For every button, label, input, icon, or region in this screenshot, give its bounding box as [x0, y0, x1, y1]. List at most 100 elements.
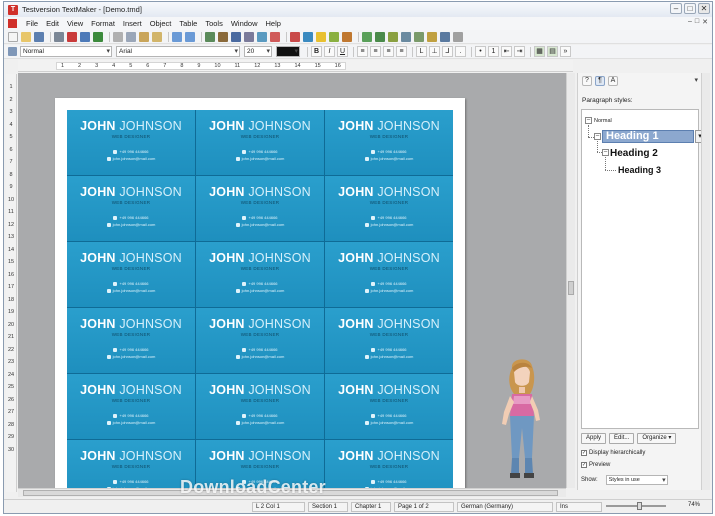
copy-icon[interactable]: [126, 31, 136, 42]
apply-button[interactable]: Apply: [581, 433, 607, 444]
business-card[interactable]: JOHN JOHNSONWEB DESIGNER+49 996 444666jo…: [325, 242, 453, 307]
edit-button[interactable]: Edit...: [609, 433, 635, 444]
document-icon[interactable]: [8, 19, 17, 28]
maximize-button[interactable]: □: [684, 3, 696, 14]
insert-textframe-icon[interactable]: [244, 31, 254, 42]
spellcheck-icon[interactable]: [93, 31, 103, 42]
business-card[interactable]: JOHN JOHNSONWEB DESIGNER+49 996 444666jo…: [67, 308, 195, 373]
columns-icon[interactable]: [303, 31, 313, 42]
zoom-slider[interactable]: [606, 505, 666, 507]
comments-icon[interactable]: [440, 31, 450, 42]
new-icon[interactable]: [8, 31, 18, 42]
insert-table-icon[interactable]: [205, 31, 215, 42]
paragraph-styles-tab-icon[interactable]: ¶: [595, 76, 605, 86]
objects-icon[interactable]: [329, 31, 339, 42]
menu-table[interactable]: Table: [175, 19, 201, 28]
align-right-icon[interactable]: ≡: [383, 46, 394, 57]
paragraph-style-select[interactable]: Normal: [20, 46, 112, 57]
status-insert-mode[interactable]: Ins: [556, 501, 602, 512]
sidebar-icon[interactable]: [388, 31, 398, 42]
zoom-level[interactable]: 74%: [688, 502, 700, 508]
tab-left-icon[interactable]: L: [416, 46, 427, 57]
help-icon[interactable]: [453, 31, 463, 42]
doc-minimize-icon[interactable]: –: [688, 18, 692, 26]
highlight-icon[interactable]: [316, 31, 326, 42]
business-card[interactable]: JOHN JOHNSONWEB DESIGNER+49 996 444666jo…: [196, 308, 324, 373]
business-card[interactable]: JOHN JOHNSONWEB DESIGNER+49 996 444666jo…: [67, 440, 195, 488]
underline-button[interactable]: U: [337, 46, 348, 57]
text-color-icon[interactable]: [290, 31, 300, 42]
document-area[interactable]: JOHN JOHNSON WEB DESIGNER +49 996 444666 jo…: [18, 73, 566, 488]
cursor-tool-icon[interactable]: [8, 47, 17, 56]
style-item-heading-3[interactable]: Heading 3: [618, 165, 661, 175]
zoom-slider-handle[interactable]: [637, 502, 642, 510]
business-card[interactable]: JOHN JOHNSONWEB DESIGNER+49 996 444666jo…: [67, 176, 195, 241]
print-icon[interactable]: [54, 31, 64, 42]
align-center-icon[interactable]: ≡: [370, 46, 381, 57]
undo-icon[interactable]: [172, 31, 182, 42]
paste-icon[interactable]: [139, 31, 149, 42]
business-card[interactable]: JOHN JOHNSONWEB DESIGNER+49 996 444666jo…: [67, 110, 195, 175]
align-left-icon[interactable]: ≡: [357, 46, 368, 57]
close-button[interactable]: ✕: [698, 3, 710, 14]
document-page[interactable]: JOHN JOHNSON WEB DESIGNER +49 996 444666 jo…: [55, 98, 465, 488]
toolbar-overflow-icon[interactable]: »: [560, 46, 571, 57]
menu-edit[interactable]: Edit: [42, 19, 63, 28]
format-painter-icon[interactable]: [152, 31, 162, 42]
sidebar-menu-icon[interactable]: ▾: [694, 76, 698, 84]
display-hierarchically-checkbox[interactable]: ✓: [581, 450, 587, 456]
menu-file[interactable]: File: [22, 19, 42, 28]
bookmarks-icon[interactable]: [414, 31, 424, 42]
tab-right-icon[interactable]: ⅃: [442, 46, 453, 57]
bullets-icon[interactable]: •: [475, 46, 486, 57]
style-item-heading-1[interactable]: Heading 1 ▾: [602, 130, 705, 143]
borders-icon[interactable]: ▦: [534, 46, 545, 57]
indent-increase-icon[interactable]: ⇥: [514, 46, 525, 57]
cut-icon[interactable]: [113, 31, 123, 42]
doc-close-icon[interactable]: ✕: [702, 18, 708, 26]
doc-restore-icon[interactable]: □: [695, 18, 699, 26]
style-item-heading-2[interactable]: Heading 2: [610, 148, 658, 159]
sidebar-scrollbar[interactable]: [701, 73, 710, 490]
font-size-select[interactable]: 20: [244, 46, 272, 57]
minimize-button[interactable]: –: [670, 3, 682, 14]
save-icon[interactable]: [34, 31, 44, 42]
track-changes-icon[interactable]: [427, 31, 437, 42]
fields-icon[interactable]: [401, 31, 411, 42]
italic-button[interactable]: I: [324, 46, 335, 57]
collapse-toggle-icon[interactable]: –: [585, 117, 592, 124]
open-icon[interactable]: [21, 31, 31, 42]
business-card[interactable]: JOHN JOHNSONWEB DESIGNER+49 996 444666jo…: [325, 308, 453, 373]
menu-format[interactable]: Format: [87, 19, 119, 28]
menu-view[interactable]: View: [63, 19, 87, 28]
business-card[interactable]: JOHN JOHNSONWEB DESIGNER+49 996 444666jo…: [67, 374, 195, 439]
tab-center-icon[interactable]: ⊥: [429, 46, 440, 57]
bold-button[interactable]: B: [311, 46, 322, 57]
help-icon[interactable]: ?: [582, 76, 592, 86]
business-card[interactable]: JOHN JOHNSONWEB DESIGNER+49 996 444666jo…: [196, 110, 324, 175]
business-card[interactable]: JOHN JOHNSONWEB DESIGNER+49 996 444666jo…: [325, 374, 453, 439]
show-select[interactable]: Styles in use: [605, 475, 668, 485]
numbering-icon[interactable]: 1: [488, 46, 499, 57]
status-language[interactable]: German (Germany): [457, 501, 553, 512]
redo-icon[interactable]: [185, 31, 195, 42]
pdf-icon[interactable]: [67, 31, 77, 42]
business-card[interactable]: JOHN JOHNSONWEB DESIGNER+49 996 444666jo…: [196, 176, 324, 241]
business-card[interactable]: JOHN JOHNSONWEB DESIGNER+49 996 444666jo…: [196, 374, 324, 439]
insert-chart-icon[interactable]: [231, 31, 241, 42]
display-hierarchically-option[interactable]: ✓ Display hierarchically: [581, 450, 645, 456]
character-styles-tab-icon[interactable]: A: [608, 76, 618, 86]
zoom-icon[interactable]: [257, 31, 267, 42]
outline-icon[interactable]: [375, 31, 385, 42]
vertical-ruler[interactable]: 1 2 3 4 5 6 7 8 9 10 11 12 13 14 15 16 17 18 19 20 21 22 23 24 2…: [6, 74, 17, 492]
business-card[interactable]: JOHN JOHNSONWEB DESIGNER+49 996 444666jo…: [325, 110, 453, 175]
text-color-select[interactable]: [276, 46, 300, 57]
menu-object[interactable]: Object: [146, 19, 176, 28]
business-card[interactable]: JOHN JOHNSONWEB DESIGNER+49 996 444666jo…: [196, 242, 324, 307]
tree-view-icon[interactable]: [362, 31, 372, 42]
insert-picture-icon[interactable]: [218, 31, 228, 42]
shading-icon[interactable]: ▤: [547, 46, 558, 57]
styles-tree[interactable]: – Normal – Heading 1 ▾ – Heading 2 Headi…: [581, 109, 705, 429]
preview-option[interactable]: ✓ Preview: [581, 462, 610, 468]
menu-window[interactable]: Window: [227, 19, 262, 28]
